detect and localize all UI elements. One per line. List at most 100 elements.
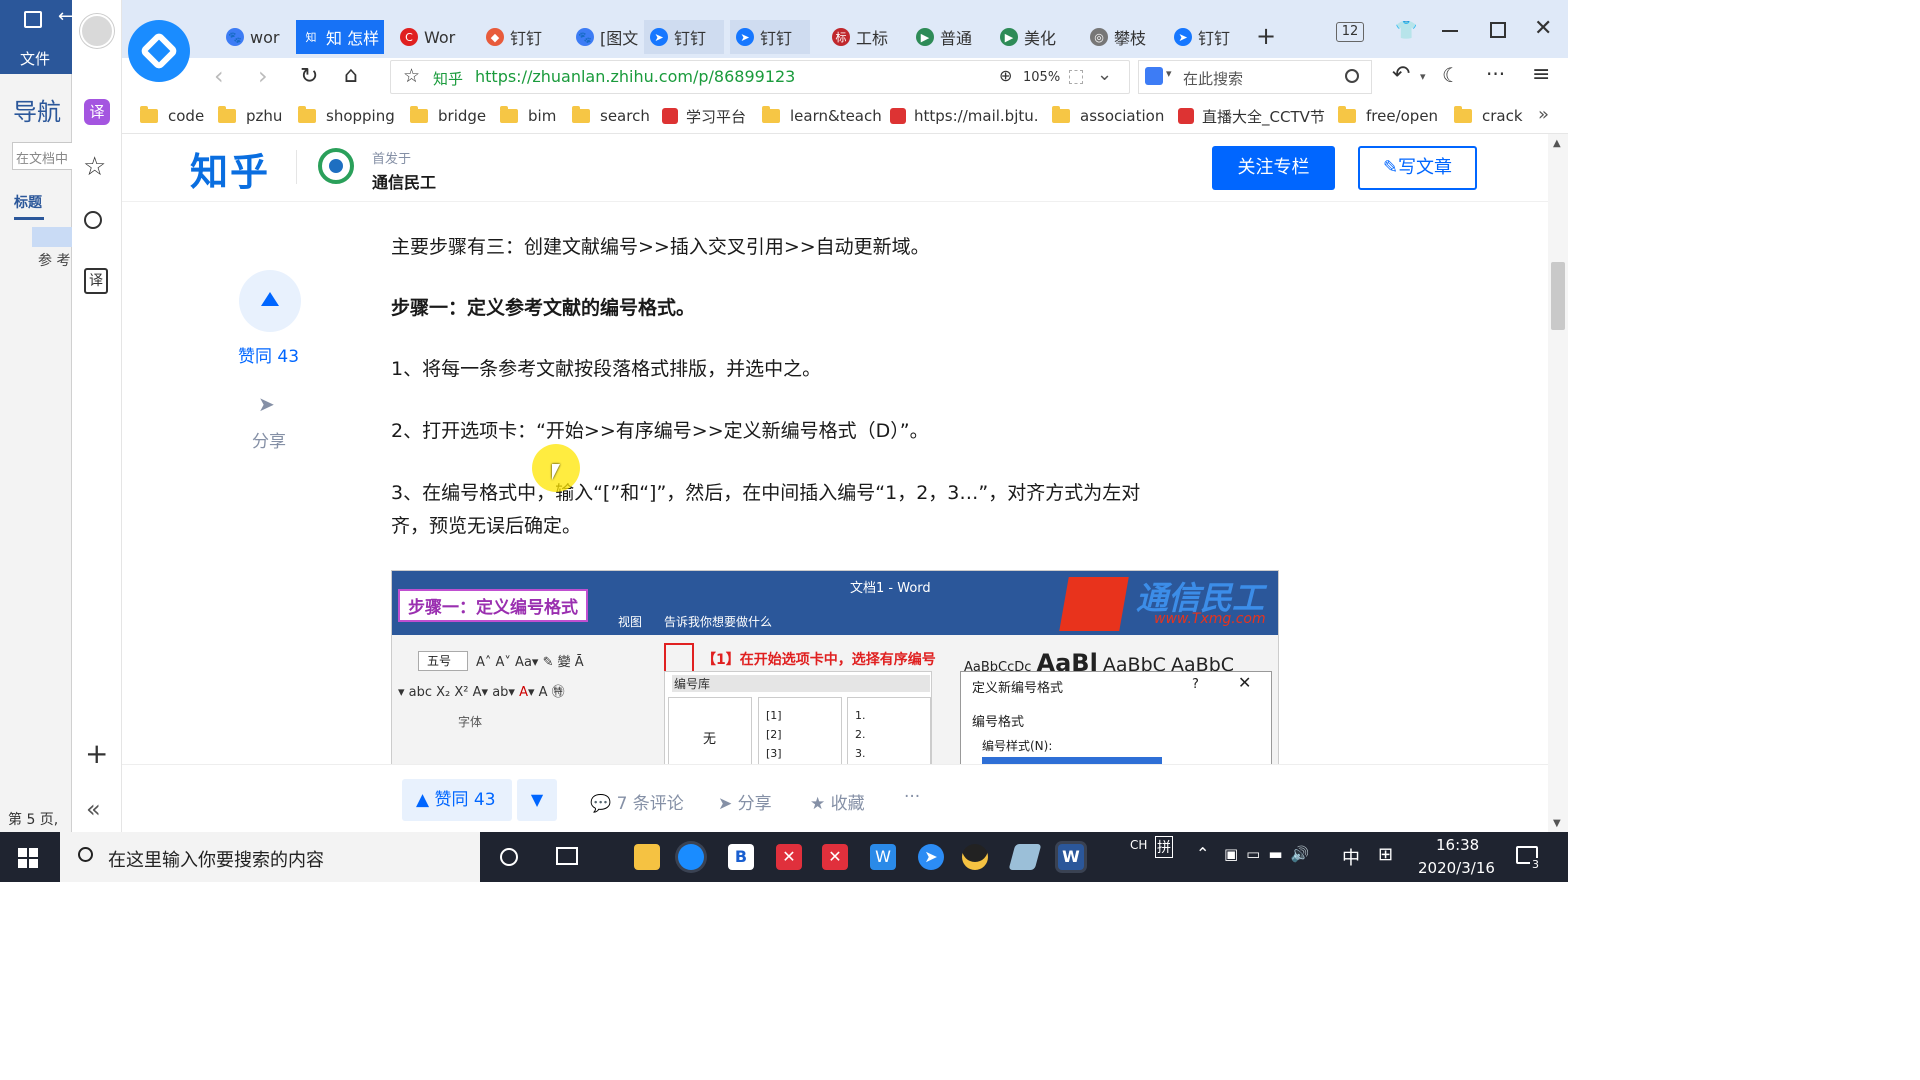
notes-icon[interactable]: [1008, 844, 1042, 870]
shirt-icon[interactable]: 👕: [1395, 20, 1417, 41]
reload-icon[interactable]: ↻: [300, 64, 318, 89]
address-bar[interactable]: ☆ 知乎 https://zhuanlan.zhihu.com/p/868991…: [390, 60, 1130, 94]
bookmark-item[interactable]: code: [140, 106, 204, 126]
file-menu[interactable]: 文件: [20, 48, 50, 69]
column-name[interactable]: 通信民工: [372, 169, 436, 193]
language-indicator[interactable]: 中: [1342, 844, 1360, 870]
upvote-circle-button[interactable]: [239, 270, 301, 332]
bookmark-item[interactable]: bim: [500, 106, 556, 126]
scroll-down-arrow-icon[interactable]: ▼: [1553, 818, 1561, 829]
wps-icon[interactable]: W: [870, 844, 896, 870]
bookmark-item[interactable]: 直播大全_CCTV节: [1178, 106, 1325, 126]
bookmark-item[interactable]: free/open: [1338, 106, 1438, 126]
browser-tab[interactable]: 🐾 [图文: [568, 20, 638, 54]
star-icon[interactable]: ☆: [83, 152, 106, 182]
browser-tab[interactable]: C Wor: [392, 20, 472, 54]
translate-doc-icon[interactable]: 译: [84, 268, 108, 294]
back-arrow-icon[interactable]: ←: [58, 6, 73, 27]
search-engine-dropdown-icon[interactable]: ▾: [1166, 67, 1172, 80]
column-avatar[interactable]: [318, 148, 354, 184]
back-icon[interactable]: ‹: [214, 62, 224, 90]
write-article-button[interactable]: ✎写文章: [1358, 146, 1477, 190]
browser-tab[interactable]: ▶ 美化: [992, 20, 1072, 54]
xmind-icon[interactable]: ✕: [776, 844, 802, 870]
browser-tab[interactable]: ◆ 钉钉: [478, 20, 562, 54]
word-taskbar-icon[interactable]: W: [1058, 844, 1084, 870]
share-plane-icon[interactable]: ➤: [258, 392, 275, 416]
paw-icon[interactable]: [1145, 67, 1163, 85]
more-actions-button[interactable]: ···: [904, 787, 920, 807]
bookmark-item[interactable]: crack: [1454, 106, 1523, 126]
heading-item-selected[interactable]: [32, 227, 72, 247]
windows-start-icon[interactable]: [18, 848, 38, 868]
page-scrollbar[interactable]: ▲ ▼: [1548, 134, 1568, 832]
qr-icon[interactable]: [1069, 70, 1083, 84]
bookmark-item[interactable]: 学习平台: [662, 106, 746, 126]
comments-button[interactable]: 💬 7 条评论: [590, 789, 684, 814]
translate-icon[interactable]: 译: [84, 99, 110, 125]
favorite-button[interactable]: ★ 收藏: [810, 789, 865, 814]
bookmark-star-icon[interactable]: ☆: [403, 65, 420, 87]
bookmark-item[interactable]: learn&teach: [762, 106, 882, 126]
collapse-icon[interactable]: «: [86, 795, 101, 823]
qq-icon[interactable]: [962, 844, 988, 870]
action-share-button[interactable]: ➤ 分享: [718, 789, 772, 814]
browser-tab[interactable]: ➤ 钉钉: [644, 20, 724, 54]
action-upvote-button[interactable]: ▲ 赞同 43: [402, 779, 512, 821]
save-icon[interactable]: [24, 11, 42, 28]
tab-headings[interactable]: 标题: [14, 192, 42, 212]
bookmark-item[interactable]: bridge: [410, 106, 486, 126]
bookmark-item[interactable]: search: [572, 106, 650, 126]
avatar[interactable]: [80, 14, 114, 48]
clock-date[interactable]: 2020/3/16: [1418, 859, 1495, 877]
forward-icon[interactable]: ›: [258, 62, 268, 90]
follow-column-button[interactable]: 关注专栏: [1212, 146, 1335, 190]
bookmark-item[interactable]: https://mail.bjtu.: [890, 106, 1039, 126]
bilibili-icon[interactable]: B: [728, 844, 754, 870]
heading-item-ref[interactable]: 参 考: [38, 250, 70, 270]
browser-tab[interactable]: ▶ 普通: [908, 20, 986, 54]
url-text[interactable]: https://zhuanlan.zhihu.com/p/86899123: [475, 67, 795, 86]
zoom-icon[interactable]: ⊕: [999, 66, 1012, 85]
undo-dropdown-icon[interactable]: ▾: [1420, 70, 1426, 83]
close-button[interactable]: ✕: [1534, 16, 1552, 41]
tab-count-badge[interactable]: 12: [1336, 22, 1364, 42]
search-icon[interactable]: [84, 211, 102, 229]
browser-tab[interactable]: 🐾 wor: [218, 20, 290, 54]
dingtalk-icon[interactable]: ➤: [918, 844, 944, 870]
task-view-icon[interactable]: [556, 847, 578, 865]
night-mode-icon[interactable]: ☾: [1442, 63, 1460, 87]
chevron-down-icon[interactable]: ⌄: [1097, 64, 1112, 85]
clock-time[interactable]: 16:38: [1436, 836, 1479, 854]
action-downvote-button[interactable]: ▼: [517, 779, 557, 821]
search-box[interactable]: ▾ 在此搜索: [1138, 60, 1372, 94]
zhihu-logo[interactable]: 知乎: [190, 141, 270, 196]
maximize-button[interactable]: [1490, 22, 1506, 38]
scroll-thumb[interactable]: [1551, 262, 1565, 330]
bookmark-item[interactable]: association: [1052, 106, 1164, 126]
undo-icon[interactable]: ↶: [1392, 62, 1410, 87]
zoom-level[interactable]: 105%: [1023, 70, 1060, 85]
menu-icon[interactable]: ≡: [1532, 62, 1550, 87]
browser-logo[interactable]: [128, 20, 190, 82]
minimize-button[interactable]: [1442, 30, 1458, 32]
search-go-icon[interactable]: [1345, 69, 1359, 83]
browser-tab[interactable]: ➤ 钉钉: [730, 20, 810, 54]
bookmarks-overflow-icon[interactable]: »: [1538, 104, 1549, 125]
side-upvote-label[interactable]: 赞同 43: [238, 342, 299, 367]
browser-tab[interactable]: ➤ 钉钉: [1166, 20, 1246, 54]
scroll-up-arrow-icon[interactable]: ▲: [1553, 138, 1561, 149]
input-method-icon[interactable]: ⊞: [1378, 844, 1393, 865]
taskbar-search-box[interactable]: 在这里输入你要搜索的内容: [60, 832, 480, 882]
nav-search-input[interactable]: 在文档中: [12, 142, 74, 170]
xmind-2-icon[interactable]: ✕: [822, 844, 848, 870]
browser-tab[interactable]: ◎ 攀枝: [1082, 20, 1160, 54]
bookmark-item[interactable]: shopping: [298, 106, 395, 126]
cortana-icon[interactable]: [500, 848, 518, 866]
browser-tab[interactable]: 知知 怎样✕: [296, 20, 384, 54]
file-explorer-icon[interactable]: [634, 844, 660, 870]
more-icon[interactable]: ···: [1486, 62, 1505, 86]
plus-icon[interactable]: +: [85, 737, 108, 770]
tray-icons[interactable]: ▣▭▬🔊: [1224, 845, 1317, 863]
side-share-label[interactable]: 分享: [252, 427, 286, 452]
